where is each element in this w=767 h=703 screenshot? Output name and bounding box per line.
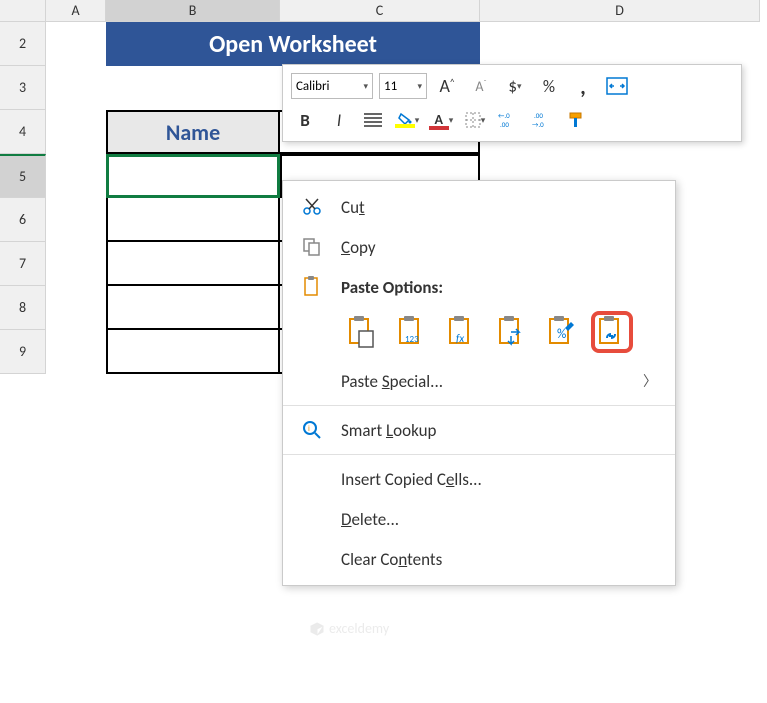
bold-button[interactable]: B [291, 106, 319, 134]
chevron-down-icon: ▾ [417, 81, 422, 92]
paste-keep-source-button[interactable] [341, 311, 383, 353]
svg-text:.00: .00 [500, 120, 509, 129]
col-header-c[interactable]: C [280, 0, 480, 22]
italic-button[interactable]: I [325, 106, 353, 134]
select-all-corner[interactable] [0, 0, 46, 22]
watermark: exceldemy [310, 620, 389, 637]
decrease-decimal-button[interactable]: .00→.0 [529, 106, 557, 134]
merge-center-button[interactable] [603, 72, 631, 100]
increase-decimal-button[interactable]: ←.0.00 [495, 106, 523, 134]
percent-format-button[interactable]: % [535, 72, 563, 100]
paste-formatting-button[interactable]: % [541, 311, 583, 353]
row-header-8[interactable]: 8 [0, 286, 46, 330]
cut-label: Cut [341, 197, 365, 218]
row-header-4[interactable]: 4 [0, 110, 46, 154]
active-cell-b5[interactable] [106, 154, 280, 198]
svg-text:←.0: ←.0 [498, 111, 510, 120]
smart-lookup-menu-item[interactable]: i Smart Lookup [283, 410, 675, 450]
font-name-value: Calibri [296, 79, 329, 94]
font-color-button[interactable]: A ▾ [427, 106, 455, 134]
fill-color-button[interactable]: ▾ [393, 106, 421, 134]
insert-copied-label: Insert Copied Cells... [341, 469, 482, 490]
font-size-value: 11 [384, 79, 397, 94]
svg-text:i: i [308, 424, 310, 434]
merged-title-cell[interactable]: Open Worksheet [106, 22, 480, 66]
mini-toolbar: Calibri ▾ 11 ▾ A^ Aˇ $▾ % , B I ▾ [282, 64, 742, 142]
name-header-cell[interactable]: Name [106, 110, 280, 154]
row-header-6[interactable]: 6 [0, 198, 46, 242]
paste-options-header: Paste Options: [283, 267, 675, 307]
accounting-format-button[interactable]: $▾ [501, 72, 529, 100]
paste-options-label: Paste Options: [341, 277, 443, 298]
clipboard-icon [301, 276, 323, 298]
col-header-b[interactable]: B [106, 0, 280, 22]
row-header-9[interactable]: 9 [0, 330, 46, 374]
cell-b9[interactable] [106, 330, 280, 374]
col-header-a[interactable]: A [46, 0, 106, 22]
cut-menu-item[interactable]: Cut [283, 187, 675, 227]
delete-menu-item[interactable]: Delete... [283, 499, 675, 539]
col-header-d[interactable]: D [480, 0, 760, 22]
cube-icon [310, 622, 324, 636]
cell-b6[interactable] [106, 198, 280, 242]
paste-transpose-button[interactable] [491, 311, 533, 353]
smart-lookup-label: Smart Lookup [341, 420, 436, 441]
row-header-5[interactable]: 5 [0, 154, 46, 198]
row-header-2[interactable]: 2 [0, 22, 46, 66]
copy-label: Copy [341, 237, 376, 258]
menu-separator [283, 405, 675, 406]
increase-font-button[interactable]: A^ [433, 72, 461, 100]
delete-label: Delete... [341, 509, 399, 530]
paste-special-label: Paste Special... [341, 371, 443, 392]
svg-text:123: 123 [405, 334, 419, 345]
paste-special-menu-item[interactable]: Paste Special... 〉 [283, 361, 675, 401]
row-headers: 2 3 4 5 6 7 8 9 [0, 22, 46, 374]
format-painter-button[interactable] [563, 106, 591, 134]
align-button[interactable] [359, 106, 387, 134]
cell-b8[interactable] [106, 286, 280, 330]
copy-icon [301, 236, 323, 258]
clear-contents-label: Clear Contents [341, 549, 442, 570]
row-header-7[interactable]: 7 [0, 242, 46, 286]
borders-icon [465, 112, 481, 128]
svg-text:→.0: →.0 [532, 120, 544, 129]
menu-separator [283, 454, 675, 455]
paste-values-button[interactable]: 123 [391, 311, 433, 353]
paste-link-button[interactable] [591, 311, 633, 353]
scissors-icon [301, 196, 323, 218]
search-icon: i [301, 419, 323, 441]
paste-options-row: 123 fx % [283, 307, 675, 361]
svg-text:%: % [557, 327, 566, 342]
insert-copied-cells-menu-item[interactable]: Insert Copied Cells... [283, 459, 675, 499]
chevron-right-icon: 〉 [643, 371, 657, 391]
decrease-font-button[interactable]: Aˇ [467, 72, 495, 100]
comma-format-button[interactable]: , [569, 72, 597, 100]
borders-button[interactable]: ▾ [461, 106, 489, 134]
svg-text:.00: .00 [534, 111, 543, 120]
copy-menu-item[interactable]: Copy [283, 227, 675, 267]
paintbrush-icon [567, 111, 587, 129]
clear-contents-menu-item[interactable]: Clear Contents [283, 539, 675, 579]
column-headers: A B C D [0, 0, 760, 22]
font-name-select[interactable]: Calibri ▾ [291, 73, 373, 99]
paste-formulas-button[interactable]: fx [441, 311, 483, 353]
svg-text:fx: fx [456, 332, 464, 345]
row-header-3[interactable]: 3 [0, 66, 46, 110]
cell-b7[interactable] [106, 242, 280, 286]
context-menu: Cut Copy Paste Options: 123 fx % [282, 180, 676, 586]
chevron-down-icon: ▾ [363, 81, 368, 92]
font-size-select[interactable]: 11 ▾ [379, 73, 427, 99]
